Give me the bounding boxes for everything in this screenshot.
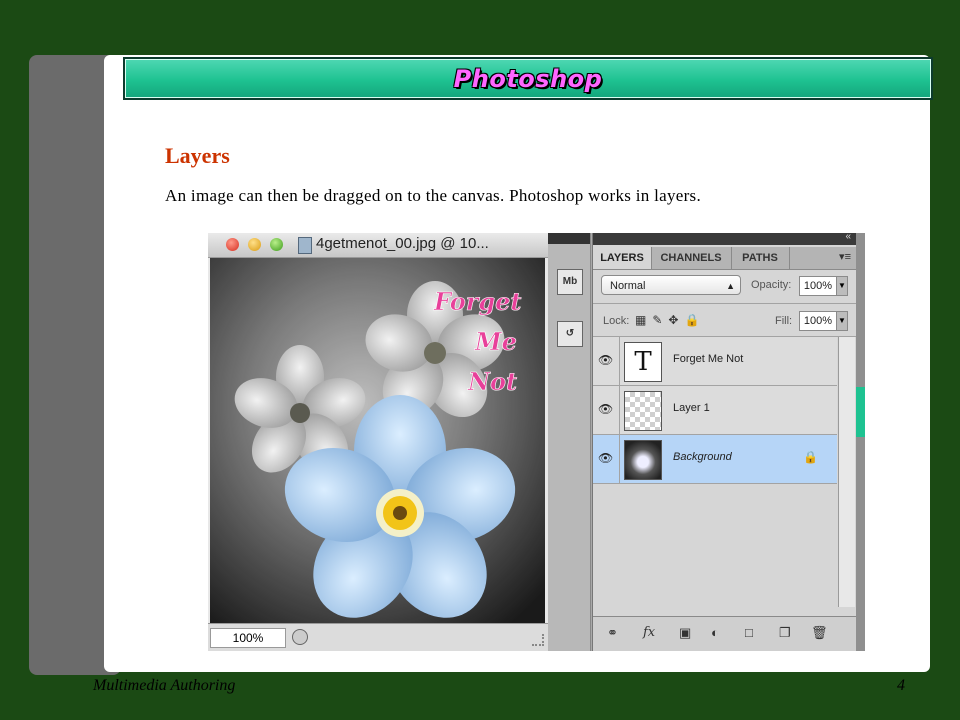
tab-paths[interactable]: PATHS	[731, 247, 790, 269]
divider	[619, 435, 620, 483]
document-titlebar: 4getmenot_00.jpg @ 10...	[208, 233, 548, 258]
footer-course-name: Multimedia Authoring	[93, 677, 236, 694]
slide-title-bar: Photoshop	[123, 57, 933, 100]
layer-name: Background	[673, 451, 732, 463]
trash-icon[interactable]: 🗑	[811, 625, 828, 641]
mask-icon[interactable]: ▣	[679, 625, 691, 641]
document-title: 4getmenot_00.jpg @ 10...	[316, 235, 489, 252]
panel-header: «	[593, 233, 857, 245]
canvas-text-line-3: Not	[467, 367, 517, 396]
layers-scrollbar[interactable]	[838, 337, 855, 607]
tab-channels[interactable]: CHANNELS	[651, 247, 732, 269]
close-window-button[interactable]	[226, 238, 239, 251]
layer-row-background[interactable]: 👁 Background 🔒	[593, 435, 837, 484]
adjustment-icon[interactable]: ◐	[711, 625, 719, 640]
mini-bridge-button[interactable]: Mb	[557, 269, 583, 295]
document-icon	[298, 237, 312, 254]
minimize-window-button[interactable]	[248, 238, 261, 251]
layer-name: Forget Me Not	[673, 353, 744, 365]
layer-name: Layer 1	[673, 402, 710, 414]
layer-row-image[interactable]: 👁 Layer 1	[593, 386, 837, 435]
fill-dropdown-icon[interactable]: ▼	[836, 311, 848, 331]
status-info-icon[interactable]	[292, 629, 308, 645]
select-arrows-icon: ▲	[726, 281, 735, 291]
layer-row-text[interactable]: 👁 T Forget Me Not	[593, 337, 837, 386]
lock-options-icons[interactable]: ▦✎✥🔒	[635, 313, 705, 327]
zoom-window-button[interactable]	[270, 238, 283, 251]
new-layer-icon[interactable]: ❐	[779, 625, 791, 641]
opacity-label: Opacity:	[751, 279, 792, 291]
tab-layers[interactable]: LAYERS	[593, 247, 652, 269]
panel-tabs: LAYERS CHANNELS PATHS ▾≡	[593, 247, 857, 270]
panel-dock-strip: Mb ↺	[548, 233, 591, 651]
fill-field[interactable]: 100%	[799, 311, 837, 331]
collapse-icon[interactable]: «	[845, 233, 851, 242]
document-window: 4getmenot_00.jpg @ 10... Forget Me Not 1…	[208, 233, 549, 651]
photoshop-screenshot: 4getmenot_00.jpg @ 10... Forget Me Not 1…	[208, 233, 865, 651]
layers-bottom-toolbar: ⚭ fx ▣ ◐ □ ❐ 🗑	[593, 616, 857, 651]
divider	[619, 386, 620, 434]
text-layer-thumbnail-icon: T	[624, 342, 662, 382]
background-window-edge	[856, 233, 865, 651]
image-layer-thumbnail	[624, 391, 662, 431]
fill-label: Fill:	[775, 315, 793, 327]
panel-menu-icon[interactable]: ▾≡	[839, 250, 851, 263]
footer-page-number: 4	[897, 677, 905, 694]
divider	[619, 337, 620, 385]
canvas-text-line-2: Me	[474, 327, 517, 356]
eye-icon[interactable]: 👁	[598, 353, 613, 367]
blend-mode-select[interactable]: Normal ▲	[601, 275, 741, 295]
body-text: An image can then be dragged on to the c…	[165, 186, 702, 205]
background-layer-thumbnail	[624, 440, 662, 480]
slide-title: Photoshop	[453, 64, 603, 93]
link-icon[interactable]: ⚭	[607, 625, 618, 641]
dock-header	[548, 233, 590, 244]
history-panel-button[interactable]: ↺	[557, 321, 583, 347]
section-heading: Layers	[165, 143, 230, 168]
layers-panel: « LAYERS CHANNELS PATHS ▾≡ Normal ▲ Opac…	[592, 233, 858, 651]
canvas-text-line-1: Forget	[433, 287, 522, 316]
opacity-dropdown-icon[interactable]: ▼	[836, 276, 848, 296]
lock-icon: 🔒	[803, 450, 818, 464]
divider	[593, 303, 857, 304]
folder-icon[interactable]: □	[745, 625, 753, 640]
document-status-bar: 100%	[208, 623, 548, 651]
zoom-level-field[interactable]: 100%	[210, 628, 286, 648]
eye-icon[interactable]: 👁	[598, 451, 613, 465]
eye-icon[interactable]: 👁	[598, 402, 613, 416]
blend-mode-value: Normal	[610, 280, 646, 292]
fx-icon[interactable]: fx	[643, 625, 655, 640]
lock-label: Lock:	[603, 315, 630, 327]
forget-me-not-image: Forget Me Not	[210, 258, 545, 623]
opacity-field[interactable]: 100%	[799, 276, 837, 296]
background-window-strip	[856, 387, 865, 437]
image-canvas[interactable]: Forget Me Not	[210, 258, 545, 623]
resize-grip-icon[interactable]	[532, 634, 544, 646]
